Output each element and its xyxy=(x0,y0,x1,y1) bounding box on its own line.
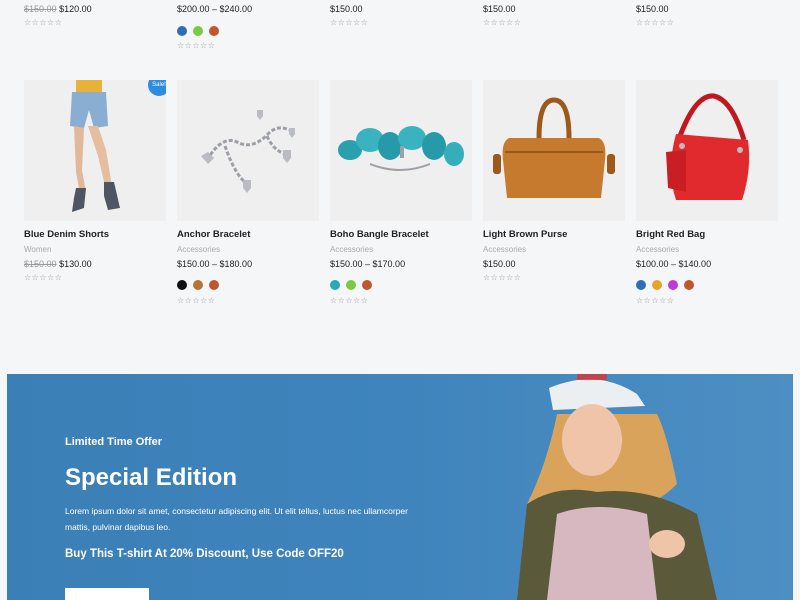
rating-stars: ☆☆☆☆☆ xyxy=(330,18,369,27)
product-category[interactable]: Accessories xyxy=(330,245,373,254)
swatch-green[interactable] xyxy=(346,280,356,290)
swatch-teal[interactable] xyxy=(330,280,340,290)
product-category[interactable]: Women xyxy=(24,245,51,254)
product-price: $150.00 xyxy=(483,4,516,14)
rating-stars: ☆☆☆☆☆ xyxy=(483,273,522,282)
product-image[interactable] xyxy=(636,80,778,221)
product-name[interactable]: Light Brown Purse xyxy=(483,229,567,240)
color-swatches xyxy=(636,280,694,290)
rating-stars: ☆☆☆☆☆ xyxy=(177,41,216,50)
red-bag-icon xyxy=(666,93,750,200)
product-price: $200.00 – $240.00 xyxy=(177,4,253,14)
banner-eyebrow: Limited Time Offer xyxy=(65,436,162,448)
anchor-bracelet-icon xyxy=(201,110,295,193)
swatch-purple[interactable] xyxy=(668,280,678,290)
rating-stars: ☆☆☆☆☆ xyxy=(24,273,63,282)
product-price: $150.00 xyxy=(330,4,363,14)
product-name[interactable]: Anchor Bracelet xyxy=(177,229,250,240)
rating-stars: ☆☆☆☆☆ xyxy=(177,296,216,305)
denim-shorts-icon xyxy=(70,80,120,212)
banner-title: Special Edition xyxy=(65,464,238,491)
rating-stars: ☆☆☆☆☆ xyxy=(330,296,369,305)
swatch-rust[interactable] xyxy=(684,280,694,290)
product-image[interactable]: Sale! xyxy=(24,80,166,221)
banner-description: Lorem ipsum dolor sit amet, consectetur … xyxy=(65,506,408,532)
product-name[interactable]: Bright Red Bag xyxy=(636,229,705,240)
product-category[interactable]: Accessories xyxy=(483,245,526,254)
product-price: $150.00 xyxy=(483,259,516,269)
product-image[interactable] xyxy=(483,80,625,221)
promo-banner: Limited Time Offer Special Edition Lorem… xyxy=(7,374,793,600)
color-swatches xyxy=(177,26,219,36)
model-image xyxy=(517,374,717,600)
rating-stars: ☆☆☆☆☆ xyxy=(24,18,63,27)
bangle-bracelet-icon xyxy=(338,126,464,171)
product-category[interactable]: Accessories xyxy=(177,245,220,254)
rating-stars: ☆☆☆☆☆ xyxy=(636,18,675,27)
brown-purse-icon xyxy=(493,97,615,198)
product-row-top: $150.00 $120.00 ☆☆☆☆☆ $200.00 – $240.00 … xyxy=(0,0,800,60)
swatch-rust[interactable] xyxy=(209,26,219,36)
sale-price: $130.00 xyxy=(59,259,92,269)
rating-stars: ☆☆☆☆☆ xyxy=(483,18,522,27)
product-price: $150.00 $120.00 xyxy=(24,4,92,14)
product-price: $150.00 xyxy=(636,4,669,14)
color-swatches xyxy=(330,280,372,290)
product-price: $100.00 – $140.00 xyxy=(636,259,712,269)
product-image[interactable] xyxy=(177,80,319,221)
banner-discount-text: Buy This T-shirt At 20% Discount, Use Co… xyxy=(65,548,344,560)
product-image[interactable] xyxy=(330,80,472,221)
product-category[interactable]: Accessories xyxy=(636,245,679,254)
swatch-rust[interactable] xyxy=(362,280,372,290)
swatch-green[interactable] xyxy=(193,26,203,36)
product-card[interactable]: Anchor Bracelet Accessories $150.00 – $1… xyxy=(177,80,319,305)
swatch-copper[interactable] xyxy=(193,280,203,290)
rating-stars: ☆☆☆☆☆ xyxy=(636,296,675,305)
product-name[interactable]: Boho Bangle Bracelet xyxy=(330,229,429,240)
color-swatches xyxy=(177,280,219,290)
product-card[interactable]: Bright Red Bag Accessories $100.00 – $14… xyxy=(636,80,778,305)
swatch-blue[interactable] xyxy=(177,26,187,36)
product-card[interactable]: Sale! Blue Denim Shorts Women $150.00 $1… xyxy=(24,80,166,282)
old-price: $150.00 xyxy=(24,4,57,14)
product-price: $150.00 – $170.00 xyxy=(330,259,406,269)
old-price: $150.00 xyxy=(24,259,57,269)
product-price: $150.00 $130.00 xyxy=(24,259,92,269)
swatch-orange[interactable] xyxy=(652,280,662,290)
shop-now-button[interactable]: SHOP NOW xyxy=(65,588,149,600)
swatch-blue[interactable] xyxy=(636,280,646,290)
product-card[interactable]: Light Brown Purse Accessories $150.00 ☆☆… xyxy=(483,80,625,282)
product-price: $150.00 – $180.00 xyxy=(177,259,253,269)
swatch-black[interactable] xyxy=(177,280,187,290)
product-name[interactable]: Blue Denim Shorts xyxy=(24,229,109,240)
product-card[interactable]: Boho Bangle Bracelet Accessories $150.00… xyxy=(330,80,472,305)
sale-price: $120.00 xyxy=(59,4,92,14)
swatch-rust[interactable] xyxy=(209,280,219,290)
